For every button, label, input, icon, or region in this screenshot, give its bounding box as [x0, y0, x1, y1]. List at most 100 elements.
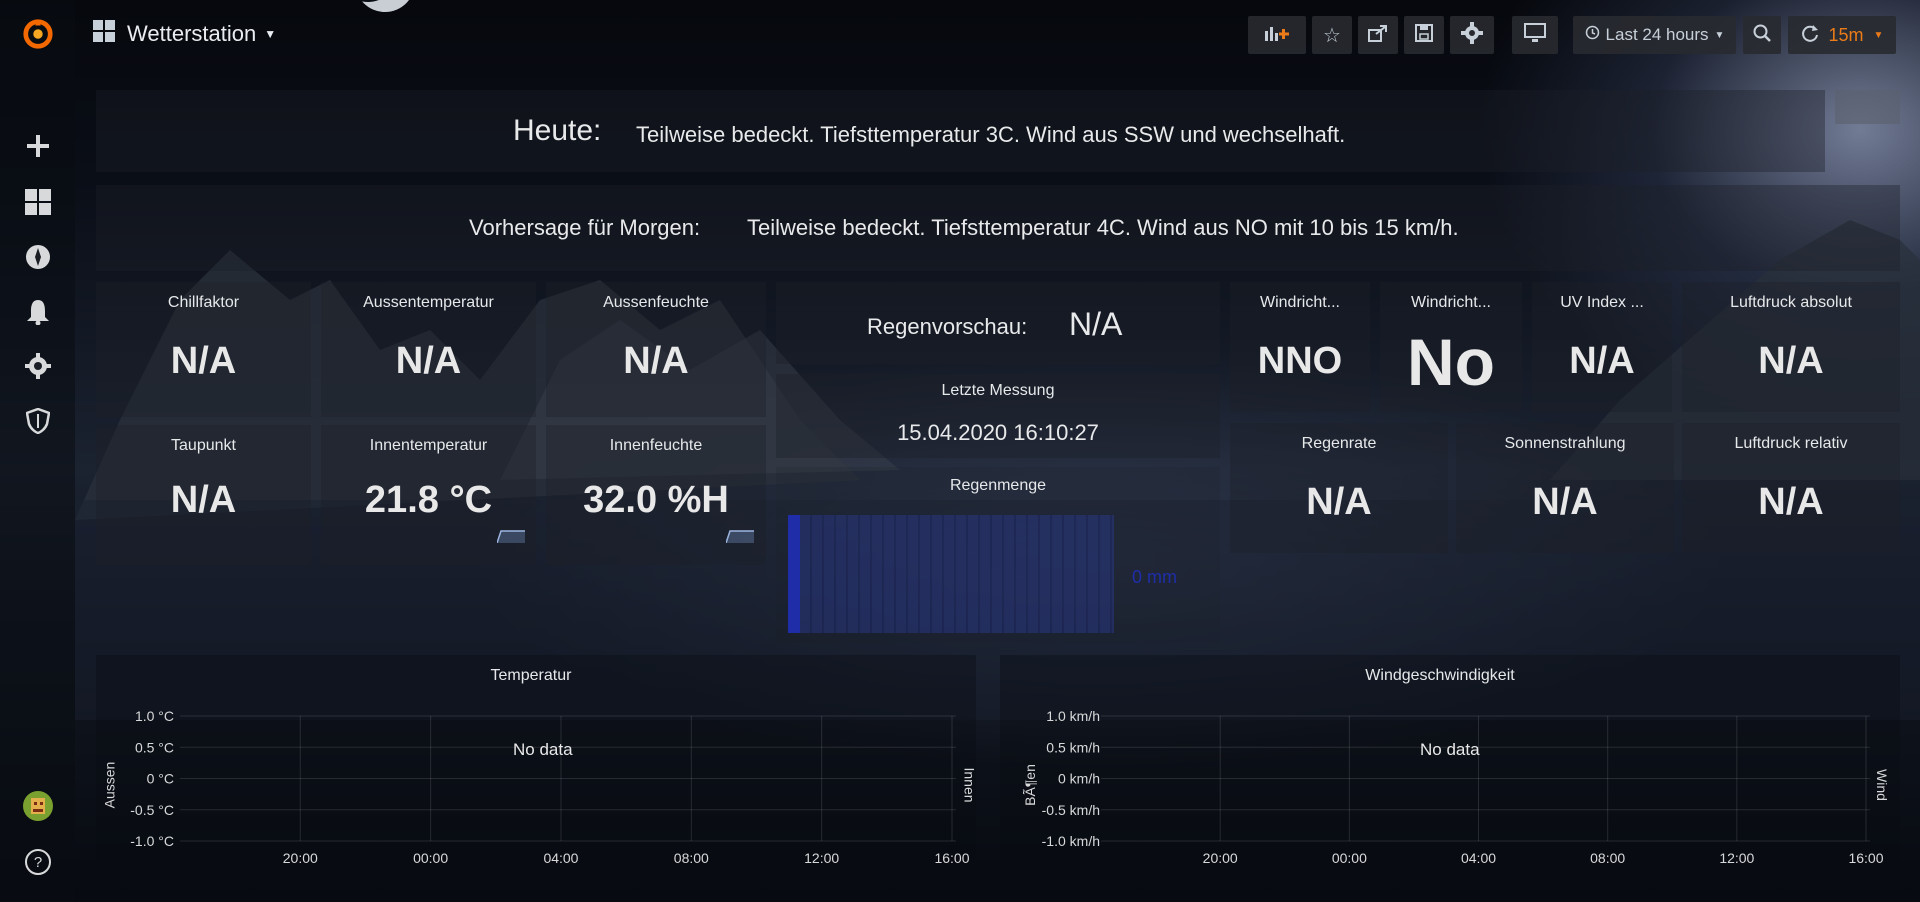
stat-value: N/A	[170, 479, 237, 521]
stat-value: N/A	[395, 340, 462, 382]
rain-bar-gauge	[788, 515, 1114, 633]
settings-button[interactable]	[1450, 16, 1494, 54]
y-tick-label: 0 km/h	[1058, 771, 1100, 787]
stat-panel-regenrate: Regenrate N/A	[1230, 423, 1448, 553]
dashboard-picker[interactable]: Wetterstation ▼	[93, 20, 276, 48]
side-menu: ?	[0, 0, 75, 902]
tv-mode-button[interactable]	[1512, 16, 1558, 54]
stat-panel-taupunkt: Taupunkt N/A	[96, 425, 311, 565]
y-tick-label: 0 °C	[147, 771, 174, 787]
plus-icon[interactable]	[22, 130, 54, 162]
stat-value: N/A	[1758, 481, 1824, 523]
refresh-interval: 15m	[1828, 24, 1864, 45]
panel-title: Regenmenge	[949, 477, 1047, 494]
stat-value: N/A	[1758, 340, 1824, 382]
tv-mode-icon	[1524, 22, 1546, 48]
graph-panel-windgeschwindigkeit: Windgeschwindigkeit BÃ¶en Wind 1.0 km/h 0…	[1000, 655, 1900, 895]
refresh-icon	[1801, 24, 1819, 47]
panel-title: Sonnenstrahlung	[1504, 435, 1626, 452]
today-label: Heute:	[513, 114, 602, 147]
graph-grid: 1.0 km/h 0.5 km/h 0 km/h -0.5 km/h -1.0 km/h…	[1042, 708, 1884, 866]
y-tick-label: 0.5 °C	[135, 739, 174, 755]
regenvorschau-panel: Regenvorschau: N/A	[776, 282, 1220, 364]
panel-title: Aussentemperatur	[363, 294, 494, 311]
user-avatar[interactable]	[22, 790, 54, 822]
panel-title: Innentemperatur	[369, 437, 488, 454]
caret-down-icon: ▼	[1873, 29, 1884, 41]
dashboards-icon[interactable]	[22, 186, 54, 218]
panel-title: Aussenfeuchte	[603, 294, 709, 311]
graph-panel-temperatur: Temperatur Aussen Innen 1.0 °C 0.5 °C 0 °C…	[96, 655, 978, 895]
y-tick-label: 1.0 km/h	[1046, 708, 1100, 724]
svg-text:?: ?	[34, 854, 42, 871]
x-tick-label: 12:00	[1719, 850, 1754, 866]
x-tick-label: 04:00	[1461, 850, 1496, 866]
panel-title: Taupunkt	[171, 437, 236, 454]
stat-value: N/A	[1569, 340, 1635, 382]
help-icon[interactable]: ?	[22, 846, 54, 878]
stat-panel-uv-index: UV Index ... N/A	[1532, 282, 1672, 412]
explore-compass-icon[interactable]	[22, 241, 54, 273]
zoom-out-button[interactable]	[1743, 16, 1781, 54]
share-button[interactable]	[1358, 16, 1398, 54]
star-button[interactable]: ☆	[1312, 16, 1352, 54]
top-navbar: Wetterstation ▼ ☆ Last 24 hours ▼ 15m ▼	[75, 0, 1920, 68]
stat-value: N/A	[170, 340, 237, 382]
x-tick-label: 20:00	[1203, 850, 1238, 866]
last-measurement-timestamp: 15.04.2020 16:10:27	[897, 420, 1099, 445]
y-tick-label: -0.5 °C	[130, 802, 174, 818]
x-tick-label: 08:00	[674, 850, 709, 866]
panel-title: Windricht...	[1259, 294, 1340, 311]
y-tick-label: 0.5 km/h	[1046, 739, 1100, 755]
tomorrow-text: Teilweise bedeckt. Tiefsttemperatur 4C. …	[747, 215, 1459, 240]
no-data-label: No data	[1420, 740, 1480, 759]
stat-panel-windrichtung-1: Windricht... NNO	[1230, 282, 1370, 412]
stat-panel-innenfeuchte: Innenfeuchte 32.0 %H	[546, 425, 766, 565]
grafana-logo-icon[interactable]	[22, 18, 54, 50]
panel-title: UV Index ...	[1560, 294, 1644, 311]
graph-grid: 1.0 °C 0.5 °C 0 °C -0.5 °C -1.0 °C 20:00 00:00…	[130, 708, 969, 866]
x-tick-label: 00:00	[1332, 850, 1367, 866]
stat-panel-innentemperatur: Innentemperatur 21.8 °C	[321, 425, 536, 565]
sparkline	[726, 530, 754, 543]
save-icon	[1415, 23, 1433, 47]
star-icon: ☆	[1323, 24, 1341, 47]
time-range-label: Last 24 hours	[1605, 25, 1709, 44]
panel-title: Luftdruck relativ	[1734, 435, 1848, 452]
server-admin-shield-icon[interactable]	[22, 405, 54, 437]
settings-icon	[1461, 21, 1483, 49]
stat-panel-aussentemperatur: Aussentemperatur N/A	[321, 282, 536, 417]
y-tick-label: -0.5 km/h	[1042, 802, 1100, 818]
letzte-messung-panel: Letzte Messung 15.04.2020 16:10:27	[776, 374, 1220, 458]
save-button[interactable]	[1404, 16, 1444, 54]
panel-title: Innenfeuchte	[609, 437, 703, 454]
time-range-picker[interactable]: Last 24 hours ▼	[1573, 16, 1736, 54]
refresh-picker[interactable]: 15m ▼	[1788, 16, 1896, 54]
stat-value: NNO	[1257, 340, 1343, 382]
x-tick-label: 16:00	[934, 850, 969, 866]
small-empty-panel	[1835, 90, 1900, 124]
alerting-bell-icon[interactable]	[22, 296, 54, 328]
dashboard-title: Wetterstation	[127, 21, 257, 46]
rain-bar-fill	[788, 515, 800, 633]
no-data-label: No data	[513, 740, 573, 759]
regenvorschau-label: Regenvorschau:	[867, 314, 1028, 339]
zoom-out-icon	[1753, 24, 1771, 47]
stat-panel-chillfaktor: Chillfaktor N/A	[96, 282, 311, 417]
stat-value: N/A	[1306, 481, 1372, 523]
clock-icon	[1585, 25, 1600, 45]
stat-value: 32.0 %H	[583, 479, 729, 521]
stat-panel-windrichtung-2: Windricht... No	[1380, 282, 1522, 412]
x-tick-label: 12:00	[804, 850, 839, 866]
dashboard-grid-icon	[93, 20, 115, 48]
add-panel-button[interactable]	[1248, 16, 1306, 54]
rain-amount-value: 0 mm	[1132, 567, 1177, 587]
x-tick-label: 04:00	[543, 850, 578, 866]
stat-panel-luftdruck-absolut: Luftdruck absolut N/A	[1682, 282, 1900, 412]
stat-value: N/A	[1532, 481, 1598, 523]
stat-panel-luftdruck-relativ: Luftdruck relativ N/A	[1682, 423, 1900, 553]
x-tick-label: 16:00	[1848, 850, 1883, 866]
share-icon	[1368, 24, 1388, 47]
configuration-gear-icon[interactable]	[22, 350, 54, 382]
panel-title: Regenrate	[1301, 435, 1377, 452]
